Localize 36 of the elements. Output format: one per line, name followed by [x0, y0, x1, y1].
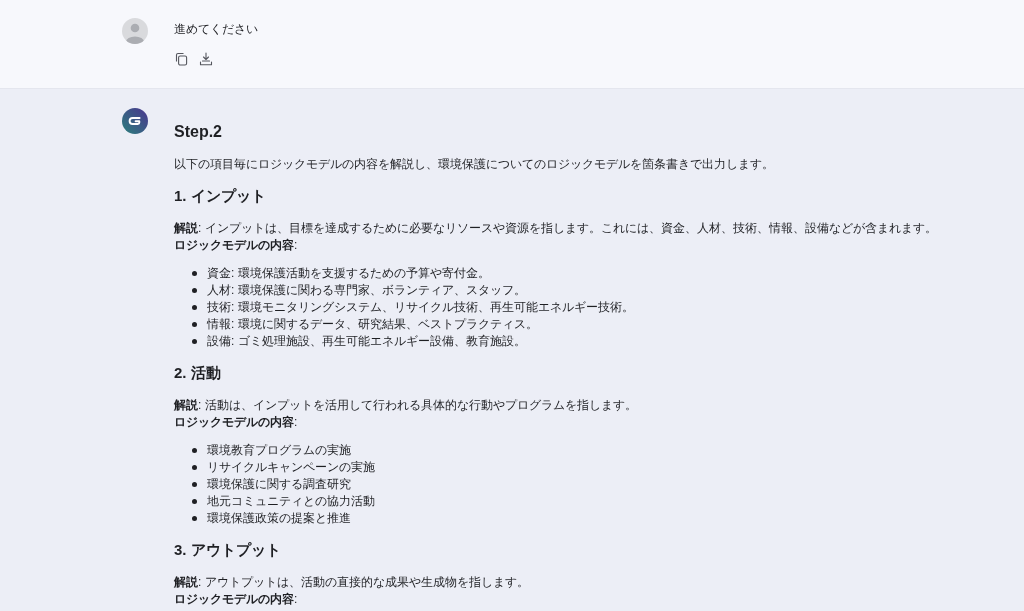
bullet-icon: [192, 287, 197, 293]
list-label-text: ロジックモデルの内容:: [174, 413, 299, 431]
bullet-icon: [192, 270, 197, 276]
description-text: 解説: 活動は、インプットを活用して行われる具体的な行動やプログラムを指します。: [174, 396, 638, 414]
description-text: 解説: アウトプットは、活動の直接的な成果や生成物を指します。: [174, 573, 530, 591]
intro-text: 以下の項目毎にロジックモデルの内容を解説し、環境保護についてのロジックモデルを箇条書きで出力します。: [174, 155, 775, 173]
bullet-icon: [192, 481, 197, 487]
list-label-text: ロジックモデルの内容:: [174, 236, 299, 254]
list-item-text: 環境保護政策の提案と推進: [207, 509, 351, 527]
bullet-icon: [192, 515, 197, 521]
message-text: 進めてください: [174, 21, 258, 38]
section-heading: 1. インプット: [174, 186, 267, 206]
bullet-icon: [192, 498, 197, 504]
list-item-text: 技術: 環境モニタリングシステム、リサイクル技術、再生可能エネルギー技術。: [207, 298, 634, 316]
copy-icon: [174, 52, 188, 66]
section-heading: 2. 活動: [174, 363, 222, 383]
list-item-text: 環境教育プログラムの実施: [207, 441, 351, 459]
list-item-text: 設備: ゴミ処理施設、再生可能エネルギー設備、教育施設。: [207, 332, 526, 350]
bullet-icon: [192, 304, 197, 310]
bullet-icon: [192, 447, 197, 453]
list-label-text: ロジックモデルの内容:: [174, 590, 299, 608]
list-item-text: 地元コミュニティとの協力活動: [207, 492, 375, 510]
list-item-text: 人材: 環境保護に関わる専門家、ボランティア、スタッフ。: [207, 281, 526, 299]
response-title: Step.2: [174, 122, 223, 142]
list-item-text: リサイクルキャンペーンの実施: [207, 458, 375, 476]
description-text: 解説: インプットは、目標を達成するために必要なリソースや資源を指します。これには、資金、人材、技術、情報、設備などが含まれます。: [174, 219, 937, 237]
assistant-logo-icon: [122, 108, 148, 134]
section-heading: 3. アウトプット: [174, 540, 282, 560]
list-item-text: 環境保護に関する調査研究: [207, 475, 351, 493]
bullet-icon: [192, 321, 197, 327]
person-avatar-icon: [122, 18, 148, 44]
list-item-text: 情報: 環境に関するデータ、研究結果、ベストプラクティス。: [207, 315, 538, 333]
list-item-text: 資金: 環境保護活動を支援するための予算や寄付金。: [207, 264, 490, 282]
bullet-icon: [192, 338, 197, 344]
download-icon: [199, 52, 213, 66]
bullet-icon: [192, 464, 197, 470]
